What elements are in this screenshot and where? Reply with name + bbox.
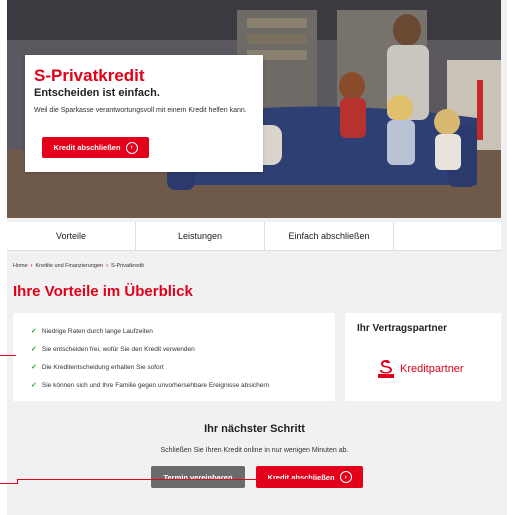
credit-button-label: Kredit abschließen — [267, 472, 335, 482]
annotation-line — [0, 483, 18, 484]
section-tabs: Vorteile Leistungen Einfach abschließen — [7, 222, 501, 251]
hero-text: Weil die Sparkasse verantwortungsvoll mi… — [34, 107, 247, 114]
benefit-text: Die Kreditentscheidung erhalten Sie sofo… — [41, 363, 164, 371]
chevron-right-icon: › — [106, 263, 108, 269]
partner-box: Ihr Vertragspartner Kreditpartner — [345, 313, 501, 401]
benefits-title: Ihre Vorteile im Überblick — [13, 283, 193, 300]
benefit-item: ✓ Sie können sich und Ihre Familie gegen… — [31, 381, 270, 390]
benefit-item: ✓ Sie entscheiden frei, wofür Sie den Kr… — [31, 345, 195, 354]
benefit-item: ✓ Die Kreditentscheidung erhalten Sie so… — [31, 363, 164, 372]
benefit-item: ✓ Niedrige Raten durch lange Laufzeiten — [31, 327, 153, 336]
partner-title: Ihr Vertragspartner — [357, 323, 448, 334]
appointment-button[interactable]: Termin vereinbaren — [151, 466, 245, 488]
hero-card: S-Privatkredit Entscheiden ist einfach. … — [25, 55, 263, 172]
hero-subtitle: Entscheiden ist einfach. — [34, 87, 160, 99]
tab-leistungen[interactable]: Leistungen — [136, 222, 265, 250]
chevron-right-icon: › — [30, 263, 33, 269]
breadcrumb-home[interactable]: Home — [13, 263, 28, 269]
benefit-text: Sie entscheiden frei, wofür Sie den Kred… — [41, 345, 195, 353]
breadcrumb-kredite[interactable]: Kredite und Finanzierungen — [36, 263, 104, 269]
tab-vorteile[interactable]: Vorteile — [7, 222, 136, 250]
annotation-line — [17, 479, 312, 480]
kreditpartner-logo[interactable]: Kreditpartner — [378, 360, 464, 378]
arrow-right-icon: › — [125, 141, 138, 154]
next-step-title: Ihr nächster Schritt — [204, 423, 305, 435]
breadcrumb-current: S-Privatkredit — [110, 263, 144, 269]
benefit-text: Sie können sich und Ihre Familie gegen u… — [41, 381, 270, 389]
hero-credit-button[interactable]: Kredit abschließen › — [42, 137, 149, 158]
breadcrumb: Home › Kredite und Finanzierungen › S-Pr… — [13, 263, 144, 269]
check-icon: ✓ — [31, 364, 37, 371]
hero-banner: S-Privatkredit Entscheiden ist einfach. … — [7, 0, 501, 218]
benefit-text: Niedrige Raten durch lange Laufzeiten — [41, 327, 153, 335]
benefits-box: ✓ Niedrige Raten durch lange Laufzeiten … — [13, 313, 335, 401]
hero-credit-button-label: Kredit abschließen — [53, 143, 121, 152]
check-icon: ✓ — [31, 346, 37, 353]
check-icon: ✓ — [31, 382, 37, 389]
annotation-line — [312, 479, 313, 483]
credit-button[interactable]: Kredit abschließen › — [256, 466, 363, 488]
kreditpartner-logo-text: Kreditpartner — [400, 363, 464, 375]
check-icon: ✓ — [31, 328, 37, 335]
arrow-right-icon: › — [339, 471, 352, 483]
sparkasse-logo-icon — [378, 360, 394, 378]
hero-title: S-Privatkredit — [34, 66, 145, 85]
next-step-text: Schließen Sie Ihren Kredit online in nur… — [160, 447, 349, 454]
tab-einfach-abschliessen[interactable]: Einfach abschließen — [265, 222, 394, 250]
annotation-line — [0, 355, 16, 356]
